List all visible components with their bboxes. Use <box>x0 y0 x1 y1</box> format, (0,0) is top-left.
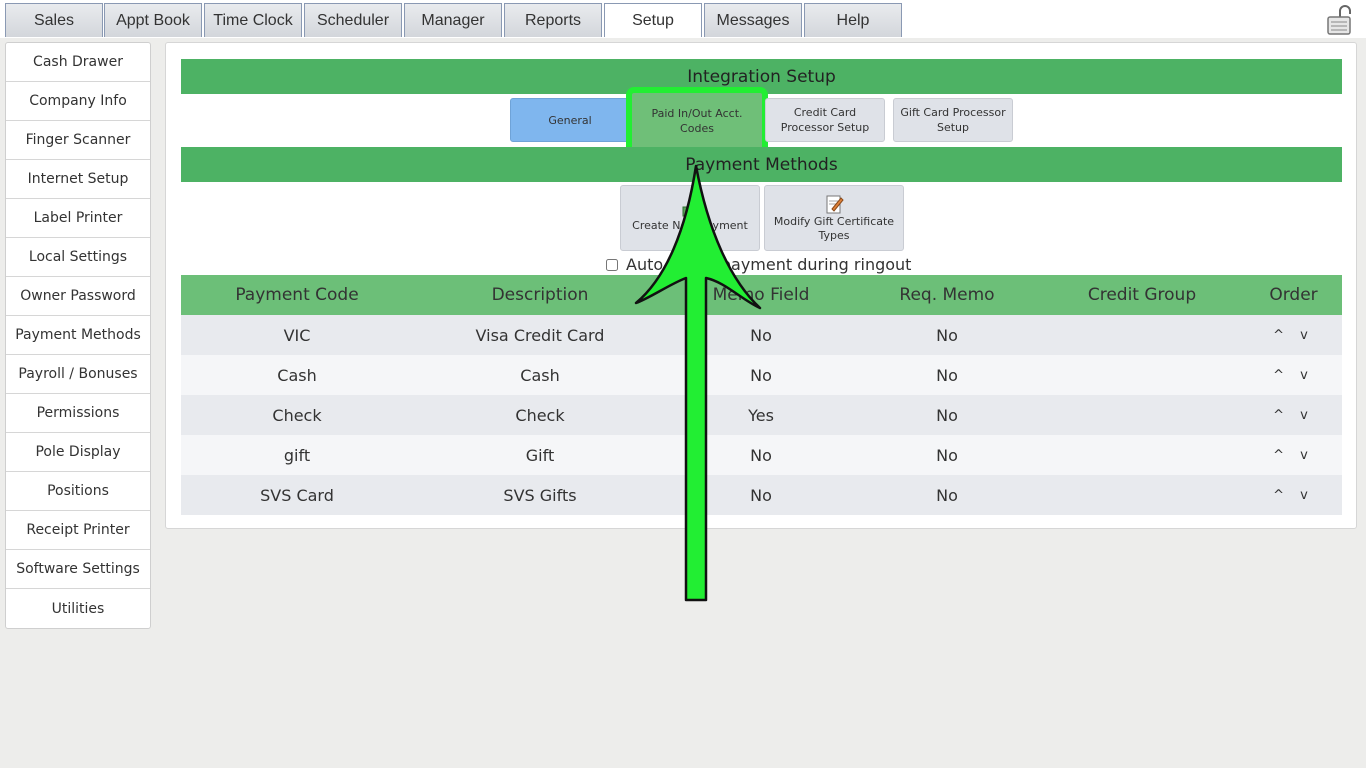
tab-setup[interactable]: Setup <box>604 3 702 37</box>
col-req-memo[interactable]: Req. Memo <box>855 275 1039 315</box>
gift-card-label-line2: Setup <box>936 121 970 134</box>
create-payment-label: Create New Payment <box>632 219 748 232</box>
modify-gift-label-line1: Modify Gift Certificate <box>773 215 895 228</box>
edit-document-icon <box>826 195 844 214</box>
gift-card-label-line1: Gift Card Processor <box>900 106 1006 119</box>
sidebar-item-positions[interactable]: Positions <box>6 472 150 511</box>
cell-description: Visa Credit Card <box>413 315 667 355</box>
cell-description: Check <box>413 395 667 435</box>
payment-methods-table: Payment Code Description Memo Field Req.… <box>181 275 1342 515</box>
tab-time-clock[interactable]: Time Clock <box>204 3 302 37</box>
add-payment-icon <box>682 206 698 217</box>
modify-gift-label-line2: Types <box>818 229 850 242</box>
col-payment-code[interactable]: Payment Code <box>181 275 413 315</box>
cell-memo-field: Yes <box>667 395 855 435</box>
col-credit-group[interactable]: Credit Group <box>1039 275 1245 315</box>
sidebar-item-local-settings[interactable]: Local Settings <box>6 238 150 277</box>
cell-payment-code: SVS Card <box>181 475 413 515</box>
create-payment-button[interactable]: Create New Payment <box>620 185 760 251</box>
sidebar-item-owner-password[interactable]: Owner Password <box>6 277 150 316</box>
sidebar-item-payroll-bonuses[interactable]: Payroll / Bonuses <box>6 355 150 394</box>
cell-req-memo: No <box>855 435 1039 475</box>
modify-gift-certificate-button[interactable]: Modify Gift Certificate Types <box>764 185 904 251</box>
general-label: General <box>548 113 592 127</box>
col-description[interactable]: Description <box>413 275 667 315</box>
auto-select-payment-row: Auto select payment during ringout <box>606 255 911 274</box>
credit-card-label-line1: Credit Card <box>793 106 857 119</box>
table-row[interactable]: Cash Cash No No ^ v <box>181 355 1342 395</box>
sidebar-item-cash-drawer[interactable]: Cash Drawer <box>6 43 150 82</box>
cell-memo-field: No <box>667 475 855 515</box>
sidebar-item-permissions[interactable]: Permissions <box>6 394 150 433</box>
cell-payment-code: VIC <box>181 315 413 355</box>
order-arrows[interactable]: ^ v <box>1245 355 1342 395</box>
cell-credit-group <box>1039 315 1245 355</box>
cell-payment-code: Check <box>181 395 413 435</box>
cell-memo-field: No <box>667 315 855 355</box>
cell-req-memo: No <box>855 395 1039 435</box>
table-row[interactable]: SVS Card SVS Gifts No No ^ v <box>181 475 1342 515</box>
order-arrows[interactable]: ^ v <box>1245 315 1342 355</box>
sidebar-item-software-settings[interactable]: Software Settings <box>6 550 150 589</box>
table-row[interactable]: VIC Visa Credit Card No No ^ v <box>181 315 1342 355</box>
cell-payment-code: Cash <box>181 355 413 395</box>
cell-memo-field: No <box>667 435 855 475</box>
cell-req-memo: No <box>855 355 1039 395</box>
paid-in-out-codes-button[interactable]: Paid In/Out Acct. Codes <box>626 87 768 155</box>
cell-credit-group <box>1039 395 1245 435</box>
col-memo-field[interactable]: Memo Field <box>667 275 855 315</box>
sidebar-item-payment-methods[interactable]: Payment Methods <box>6 316 150 355</box>
sidebar-item-finger-scanner[interactable]: Finger Scanner <box>6 121 150 160</box>
cell-payment-code: gift <box>181 435 413 475</box>
top-nav: Sales Appt Book Time Clock Scheduler Man… <box>0 0 1366 38</box>
main-panel: Integration Setup General Paid In/Out Ac… <box>165 42 1357 529</box>
credit-card-label-line2: Processor Setup <box>780 121 870 134</box>
sidebar-item-company-info[interactable]: Company Info <box>6 82 150 121</box>
tab-appt-book[interactable]: Appt Book <box>104 3 202 37</box>
order-arrows[interactable]: ^ v <box>1245 475 1342 515</box>
tab-messages[interactable]: Messages <box>704 3 802 37</box>
auto-select-payment-checkbox[interactable] <box>606 258 618 271</box>
cell-description: SVS Gifts <box>413 475 667 515</box>
table-header-row: Payment Code Description Memo Field Req.… <box>181 275 1342 315</box>
cell-credit-group <box>1039 435 1245 475</box>
sidebar-item-utilities[interactable]: Utilities <box>6 589 150 628</box>
order-arrows[interactable]: ^ v <box>1245 435 1342 475</box>
cell-req-memo: No <box>855 315 1039 355</box>
payment-methods-header: Payment Methods <box>181 147 1342 182</box>
tab-reports[interactable]: Reports <box>504 3 602 37</box>
cell-credit-group <box>1039 475 1245 515</box>
table-row[interactable]: Check Check Yes No ^ v <box>181 395 1342 435</box>
cell-req-memo: No <box>855 475 1039 515</box>
tab-help[interactable]: Help <box>804 3 902 37</box>
cell-description: Cash <box>413 355 667 395</box>
cell-memo-field: No <box>667 355 855 395</box>
cell-description: Gift <box>413 435 667 475</box>
setup-sidebar: Cash Drawer Company Info Finger Scanner … <box>5 42 151 629</box>
paid-in-out-label-line2: Codes <box>680 122 714 135</box>
tab-sales[interactable]: Sales <box>5 3 103 37</box>
sidebar-item-label-printer[interactable]: Label Printer <box>6 199 150 238</box>
tab-manager[interactable]: Manager <box>404 3 502 37</box>
lock-open-icon[interactable] <box>1326 5 1356 35</box>
sidebar-item-internet-setup[interactable]: Internet Setup <box>6 160 150 199</box>
col-order: Order <box>1245 275 1342 315</box>
paid-in-out-label-line1: Paid In/Out Acct. <box>651 107 743 120</box>
sidebar-item-receipt-printer[interactable]: Receipt Printer <box>6 511 150 550</box>
gift-card-processor-button[interactable]: Gift Card Processor Setup <box>893 98 1013 142</box>
auto-select-payment-label: Auto select payment during ringout <box>626 255 912 274</box>
order-arrows[interactable]: ^ v <box>1245 395 1342 435</box>
sidebar-item-pole-display[interactable]: Pole Display <box>6 433 150 472</box>
table-row[interactable]: gift Gift No No ^ v <box>181 435 1342 475</box>
cell-credit-group <box>1039 355 1245 395</box>
tab-scheduler[interactable]: Scheduler <box>304 3 402 37</box>
general-button[interactable]: General <box>510 98 630 142</box>
credit-card-processor-button[interactable]: Credit Card Processor Setup <box>765 98 885 142</box>
